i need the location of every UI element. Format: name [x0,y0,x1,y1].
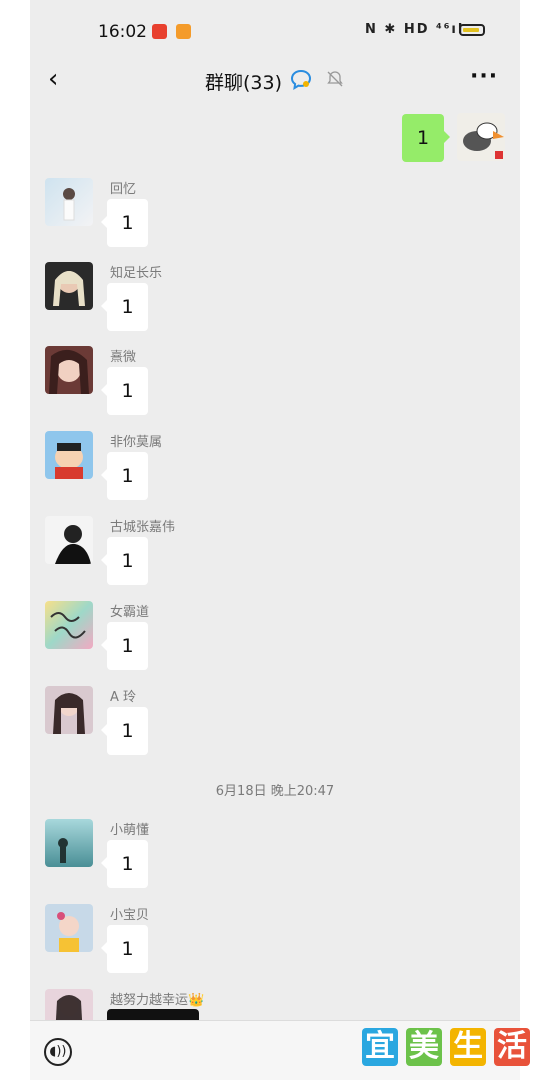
message-item: 熹微 1 [45,346,505,426]
avatar[interactable] [45,601,93,649]
avatar[interactable] [45,686,93,734]
message-item: 女霸道 1 [45,601,505,681]
watermark-char: 生 [450,1028,486,1066]
message-bubble[interactable]: 1 [101,925,148,973]
sender-name: 知足长乐 [110,266,163,281]
message-bubble[interactable]: 1 [101,452,148,500]
message-bubble[interactable]: 1 [101,367,148,415]
message-item: 知足长乐 1 [45,262,505,342]
sender-name: 非你莫属 [110,435,163,450]
sender-name: 回忆 [110,182,137,197]
chat-screen: 16:02 N ✱ HD ⁴⁶ıl ‹ 群聊(33) ··· 1 回忆 1 知足… [30,0,520,1080]
avatar[interactable] [45,431,93,479]
watermark-char: 活 [494,1028,530,1066]
watermark-char: 宜 [362,1028,398,1066]
message-bubble[interactable]: 1 [101,537,148,585]
battery-icon [459,24,485,36]
chat-title: 群聊(33) [205,72,283,94]
avatar[interactable] [45,904,93,952]
status-time: 16:02 [98,22,147,42]
notification-app-icon [152,24,167,39]
avatar[interactable] [45,516,93,564]
sender-name: 女霸道 [110,605,150,620]
message-timestamp: 6月18日 晚上20:47 [215,784,335,799]
message-item: 小宝贝 1 [45,904,505,984]
sender-name: 小宝贝 [110,908,150,923]
sender-name: 古城张嘉伟 [110,520,176,535]
mute-icon [327,71,343,87]
voice-input-button[interactable]: ◖)) [44,1038,72,1066]
chat-bubble-icon [290,69,312,90]
message-bubble[interactable]: 1 [101,707,148,755]
back-button[interactable]: ‹ [48,64,58,94]
message-item: 古城张嘉伟 1 [45,516,505,596]
message-item: 回忆 1 [45,178,505,258]
message-item: 非你莫属 1 [45,431,505,511]
my-message-bubble[interactable]: 1 [402,114,450,162]
status-bar: 16:02 N ✱ HD ⁴⁶ıl [30,0,520,62]
input-bar: ◖)) [30,1020,520,1080]
chat-header: ‹ 群聊(33) ··· [30,62,520,102]
message-bubble[interactable]: 1 [101,199,148,247]
watermark-char: 美 [406,1028,442,1066]
sender-name: A 玲 [110,690,137,705]
notification-app-icon [176,24,191,39]
message-item: 小萌懂 1 [45,819,505,899]
my-avatar[interactable] [457,113,505,161]
message-bubble[interactable]: 1 [101,622,148,670]
sender-name: 越努力越幸运👑 [110,993,205,1008]
sender-name: 小萌懂 [110,823,150,838]
avatar[interactable] [45,178,93,226]
status-icons: N ✱ HD ⁴⁶ıl [365,22,465,37]
message-item: A 玲 1 [45,686,505,766]
message-bubble[interactable]: 1 [101,840,148,888]
avatar[interactable] [45,346,93,394]
sender-name: 熹微 [110,350,137,365]
avatar[interactable] [45,262,93,310]
avatar[interactable] [45,819,93,867]
more-options-button[interactable]: ··· [470,64,498,89]
message-bubble[interactable]: 1 [101,283,148,331]
